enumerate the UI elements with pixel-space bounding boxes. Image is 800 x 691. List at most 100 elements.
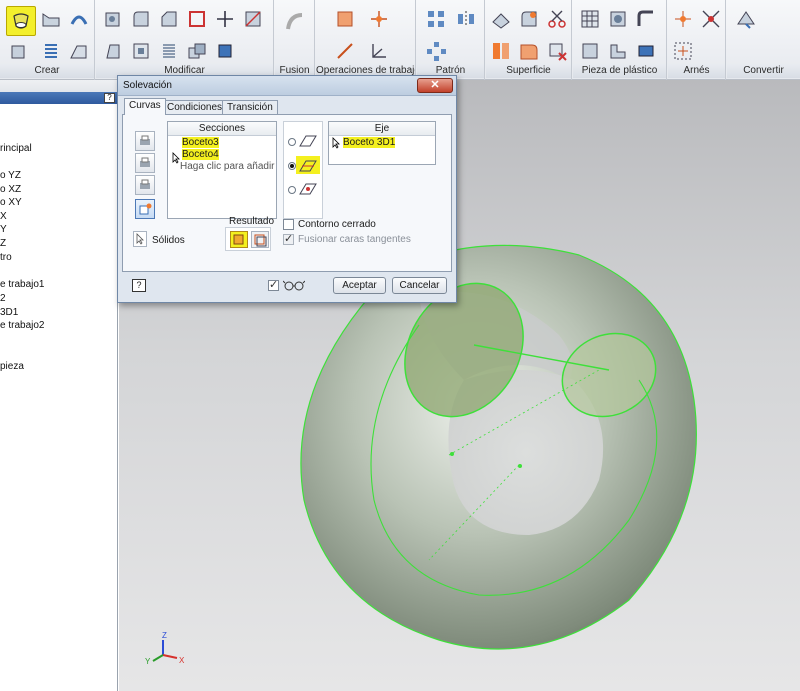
draft-tool-button[interactable] xyxy=(100,38,126,64)
merge-tangent-checkbox[interactable] xyxy=(283,232,294,245)
solids-select-icon[interactable] xyxy=(133,231,147,247)
thicken-tool-button[interactable] xyxy=(156,38,182,64)
browser-item[interactable]: 2 xyxy=(0,293,6,304)
combine-tool-button[interactable] xyxy=(184,38,210,64)
browser-item[interactable]: 3D1 xyxy=(0,307,18,318)
coil-tool-button[interactable] xyxy=(38,38,64,64)
chamfer-icon xyxy=(161,11,177,27)
sections-list[interactable]: Secciones Boceto3 Boceto4 Haga clic para… xyxy=(167,121,277,219)
direct-edit-button[interactable] xyxy=(212,38,238,64)
browser-item[interactable]: o XY xyxy=(0,197,22,208)
sweep-tool-button[interactable] xyxy=(38,6,64,32)
result-surface-button[interactable] xyxy=(251,231,269,248)
rails-radio[interactable] xyxy=(288,138,296,146)
move-face-icon xyxy=(217,11,233,27)
add-section-icon xyxy=(139,203,152,215)
tab-curvas[interactable]: Curvas xyxy=(124,98,166,115)
snap-fit-button[interactable] xyxy=(605,38,631,64)
move-up-button[interactable] xyxy=(135,131,155,151)
glasses-icon xyxy=(283,280,305,291)
work-axis-button[interactable] xyxy=(332,38,358,64)
browser-item[interactable]: rincipal xyxy=(0,143,32,154)
delete-face-button[interactable] xyxy=(544,38,570,64)
harness-connector-button[interactable] xyxy=(698,6,724,32)
preview-checkbox[interactable] xyxy=(268,278,279,291)
split-tool-button[interactable] xyxy=(240,6,266,32)
grill-icon xyxy=(581,10,599,28)
replace-face-button[interactable] xyxy=(516,38,542,64)
chamfer-tool-button[interactable] xyxy=(156,6,182,32)
add-section-button[interactable] xyxy=(135,199,155,219)
ucs-button[interactable] xyxy=(366,38,392,64)
dialog-close-button[interactable]: ✕ xyxy=(417,78,453,93)
thread-icon xyxy=(133,43,149,59)
remove-button[interactable] xyxy=(135,175,155,195)
convert-sheet-metal-button[interactable] xyxy=(733,6,759,32)
browser-item[interactable]: pieza xyxy=(0,361,24,372)
browser-item[interactable]: X xyxy=(0,211,7,222)
rule-fillet-button[interactable] xyxy=(633,38,659,64)
tab-condiciones[interactable]: Condiciones xyxy=(162,100,228,115)
grill-button[interactable] xyxy=(577,6,603,32)
lip-button[interactable] xyxy=(633,6,659,32)
cancel-button[interactable]: Cancelar xyxy=(392,277,447,294)
ok-button[interactable]: Aceptar xyxy=(333,277,386,294)
revolve-tool-button[interactable] xyxy=(66,6,92,32)
browser-item[interactable]: tro xyxy=(0,252,12,263)
fusion-tool-button[interactable] xyxy=(281,8,309,36)
trim-surface-button[interactable] xyxy=(544,6,570,32)
dialog-title-bar[interactable]: Solevación ✕ xyxy=(118,76,456,96)
section-item[interactable]: Boceto3 xyxy=(168,137,276,149)
group-label-convertir[interactable]: Convertir xyxy=(727,64,800,78)
rib-tool-button[interactable] xyxy=(66,38,92,64)
loft-tool-button[interactable] xyxy=(6,6,36,36)
browser-item[interactable]: e trabajo1 xyxy=(0,279,44,290)
group-label-arnes[interactable]: Arnés xyxy=(668,64,725,78)
closed-loop-checkbox[interactable] xyxy=(283,219,294,230)
area-loft-radio[interactable] xyxy=(288,186,296,194)
view-triad[interactable]: Z X Y xyxy=(145,631,185,666)
thicken-offset-button[interactable] xyxy=(488,38,514,64)
browser-item[interactable]: o XZ xyxy=(0,184,21,195)
axis-item[interactable]: Boceto 3D1 xyxy=(329,137,435,149)
move-face-button[interactable] xyxy=(212,6,238,32)
thread-tool-button[interactable] xyxy=(128,38,154,64)
axis-list[interactable]: Eje Boceto 3D1 xyxy=(328,121,436,165)
add-section-hint[interactable]: Haga clic para añadir xyxy=(168,161,276,173)
mirror-button[interactable] xyxy=(453,6,479,32)
tab-transicion[interactable]: Transición xyxy=(222,100,278,115)
group-label-crear[interactable]: Crear xyxy=(0,64,94,78)
sculpt-button[interactable] xyxy=(516,6,542,32)
work-axis-icon xyxy=(337,43,353,59)
center-line-radio[interactable] xyxy=(288,162,296,170)
rect-pattern-button[interactable] xyxy=(423,6,449,32)
work-plane-button[interactable] xyxy=(332,6,358,32)
browser-item[interactable]: Z xyxy=(0,238,6,249)
shell-tool-button[interactable] xyxy=(184,6,210,32)
rest-button[interactable] xyxy=(577,38,603,64)
hole-tool-button[interactable] xyxy=(100,6,126,32)
fillet-tool-button[interactable] xyxy=(128,6,154,32)
browser-item[interactable]: o YZ xyxy=(0,170,21,181)
harness-work-button[interactable] xyxy=(670,38,696,64)
browser-help-icon[interactable]: ? xyxy=(104,93,115,103)
work-point-button[interactable] xyxy=(366,6,392,32)
triad-y-label: Y xyxy=(145,657,151,666)
boss-button[interactable] xyxy=(605,6,631,32)
circ-pattern-button[interactable] xyxy=(423,38,449,64)
extrude-small-button[interactable] xyxy=(6,38,32,64)
browser-selection-bar xyxy=(0,92,118,104)
group-label-pieza-plastico[interactable]: Pieza de plástico xyxy=(573,64,666,78)
browser-item[interactable]: Y xyxy=(0,224,7,235)
result-solid-button[interactable] xyxy=(230,231,248,248)
harness-point-button[interactable] xyxy=(670,6,696,32)
stitch-button[interactable] xyxy=(488,6,514,32)
revolve-icon xyxy=(70,15,88,25)
move-down-button[interactable] xyxy=(135,153,155,173)
browser-item[interactable]: e trabajo2 xyxy=(0,320,44,331)
lip-icon xyxy=(637,10,653,26)
section-item-label: Boceto3 xyxy=(182,137,219,148)
section-item[interactable]: Boceto4 xyxy=(168,149,276,161)
dialog-help-button[interactable]: ? xyxy=(132,279,146,292)
group-label-superficie[interactable]: Superficie xyxy=(486,64,571,78)
